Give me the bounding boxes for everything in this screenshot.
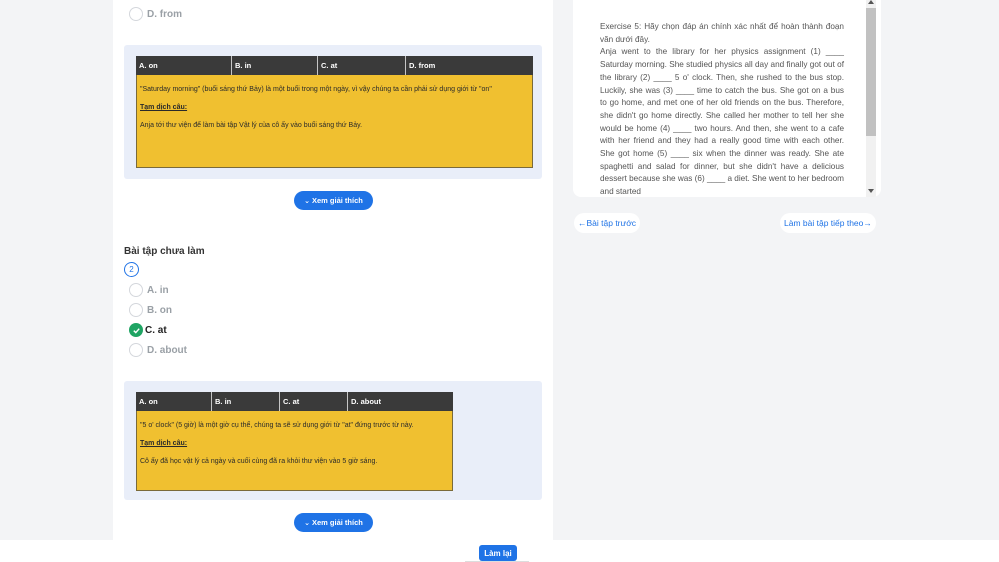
passage-scrollbar[interactable]: [866, 0, 876, 197]
option-b-q2[interactable]: B. on: [129, 303, 172, 317]
answer-d: D. from: [409, 61, 436, 70]
button-label: Xem giải thích: [312, 518, 363, 527]
radio-icon[interactable]: [129, 303, 143, 317]
exercise-panel: D. from A. on B. in C. at D. from "Satur…: [113, 0, 553, 540]
answer-header-row: A. on B. in C. at D. from: [136, 56, 533, 75]
option-label: C. at: [145, 324, 167, 336]
answer-a: A. on: [136, 392, 212, 411]
answer-table: A. on B. in C. at D. about "5 o' clock" …: [136, 392, 453, 491]
passage-card[interactable]: Exercise 5: Hãy chọn đáp án chính xác nh…: [573, 0, 881, 197]
answer-table: A. on B. in C. at D. from "Saturday morn…: [136, 56, 533, 168]
answer-c: C. at: [280, 392, 348, 411]
translation-label: Tạm dịch câu:: [140, 440, 188, 447]
passage-panel: Exercise 5: Hãy chọn đáp án chính xác nh…: [553, 0, 893, 540]
footer-bar: Làm lại: [0, 540, 999, 562]
explanation-box-q2: A. on B. in C. at D. about "5 o' clock" …: [124, 381, 542, 500]
check-icon[interactable]: [129, 323, 143, 337]
explanation-text: "Saturday morning" (buổi sáng thứ Bảy) l…: [140, 86, 492, 93]
chevron-down-icon: ⌄: [304, 197, 310, 205]
passage-text: Exercise 5: Hãy chọn đáp án chính xác nh…: [600, 21, 844, 197]
option-label: D. from: [147, 8, 182, 20]
radio-icon[interactable]: [129, 343, 143, 357]
redo-button[interactable]: Làm lại: [479, 545, 517, 561]
translation-label: Tạm dịch câu:: [140, 104, 188, 111]
option-a-q2[interactable]: A. in: [129, 283, 169, 297]
answer-c: C. at: [318, 56, 406, 75]
scroll-up-icon[interactable]: [868, 0, 874, 4]
option-c-q2[interactable]: C. at: [129, 323, 167, 337]
view-explanation-button[interactable]: ⌄ Xem giải thích: [294, 191, 373, 210]
radio-icon[interactable]: [129, 283, 143, 297]
explanation-content: "5 o' clock" (5 giờ) là một giờ cụ thể, …: [136, 411, 453, 491]
answer-d: D. about: [351, 397, 381, 406]
question-number-badge[interactable]: 2: [124, 262, 139, 277]
explanation-text: "5 o' clock" (5 giờ) là một giờ cụ thể, …: [140, 422, 414, 429]
option-label: B. on: [147, 304, 172, 316]
answer-b: B. in: [232, 56, 318, 75]
translation-text: Cô ấy đã học vật lý cả ngày và cuối cùng…: [140, 458, 378, 465]
passage-title: Exercise 5: Hãy chọn đáp án chính xác nh…: [600, 22, 844, 44]
passage-body: Anja went to the library for her physics…: [600, 47, 844, 197]
answer-header-row: A. on B. in C. at D. about: [136, 392, 453, 411]
option-label: A. in: [147, 284, 169, 296]
answer-b: B. in: [212, 392, 280, 411]
option-label: D. about: [147, 344, 187, 356]
translation-text: Anja tới thư viện để làm bài tập Vật lý …: [140, 122, 363, 129]
chevron-down-icon: ⌄: [304, 519, 310, 527]
radio-icon[interactable]: [129, 7, 143, 21]
scroll-down-icon[interactable]: [868, 189, 874, 193]
previous-exercise-button[interactable]: ←Bài tập trước: [574, 213, 641, 233]
option-d-q2[interactable]: D. about: [129, 343, 187, 357]
button-label: Xem giải thích: [312, 196, 363, 205]
next-exercise-button[interactable]: Làm bài tập tiếp theo→: [780, 213, 876, 233]
explanation-box-q1: A. on B. in C. at D. from "Saturday morn…: [124, 45, 542, 179]
explanation-content: "Saturday morning" (buổi sáng thứ Bảy) l…: [136, 75, 533, 168]
answer-a: A. on: [136, 56, 232, 75]
section-title: Bài tập chưa làm: [124, 246, 205, 257]
scrollbar-thumb[interactable]: [866, 8, 876, 136]
option-d-q1[interactable]: D. from: [129, 7, 182, 21]
view-explanation-button[interactable]: ⌄ Xem giải thích: [294, 513, 373, 532]
